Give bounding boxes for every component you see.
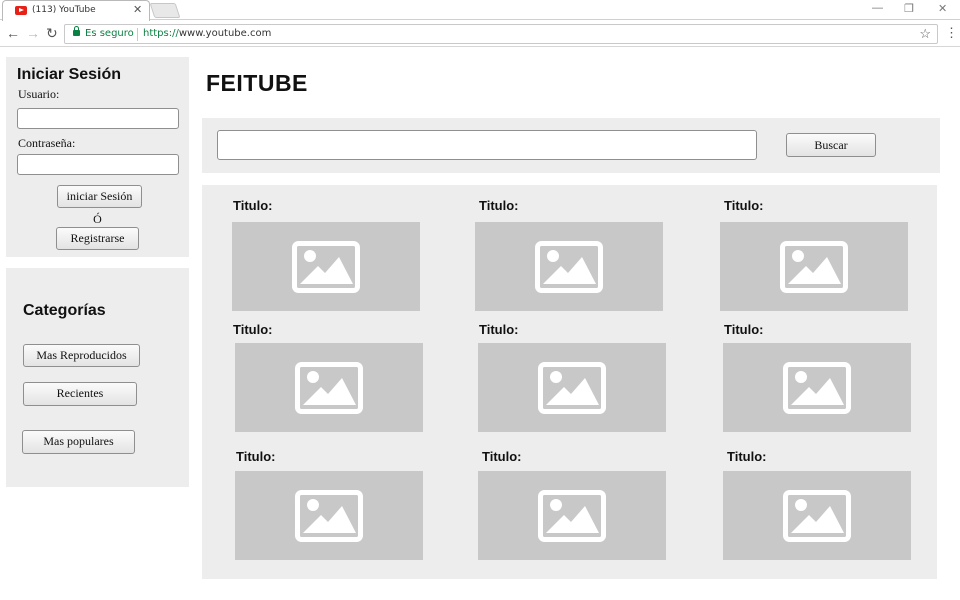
video-title: Titulo: [482,449,522,464]
categories-title: Categorías [23,302,106,319]
new-tab-button[interactable] [149,3,181,18]
video-thumbnail[interactable] [723,343,911,432]
site-logo[interactable]: FEITUBE [206,70,308,97]
url-scheme: https:// [143,28,179,39]
login-title: Iniciar Sesión [17,66,122,83]
restore-icon[interactable]: ❐ [904,2,914,15]
video-thumbnail[interactable] [235,343,423,432]
categories-panel: Categorías Mas Reproducidos Recientes Ma… [6,268,189,487]
password-input[interactable] [17,154,179,175]
address-bar: ← → ↻ Es seguro https://www.youtube.com … [0,21,960,47]
search-button[interactable]: Buscar [786,133,876,157]
video-title: Titulo: [236,449,276,464]
video-thumbnail[interactable] [475,222,663,311]
video-thumbnail[interactable] [720,222,908,311]
login-panel: Iniciar Sesión Usuario: Contraseña: inic… [6,57,189,257]
image-placeholder-icon [783,362,851,414]
login-button[interactable]: iniciar Sesión [57,185,142,208]
bookmark-star-icon[interactable]: ☆ [919,26,931,42]
secure-label: Es seguro [85,28,134,39]
omnibox-divider [137,28,138,41]
video-title: Titulo: [479,322,519,337]
browser-menu-icon[interactable]: ⋮ [945,25,958,41]
or-separator: Ó [93,212,102,226]
register-button[interactable]: Registrarse [56,227,139,250]
forward-arrow-icon[interactable]: → [26,25,40,41]
search-panel: Buscar [202,118,940,173]
page-content: Iniciar Sesión Usuario: Contraseña: inic… [0,48,960,600]
video-thumbnail[interactable] [723,471,911,560]
url-host: www.youtube.com [178,28,272,39]
video-thumbnail[interactable] [232,222,420,311]
search-input[interactable] [217,130,757,160]
url-text: https://www.youtube.com [143,28,271,39]
video-title: Titulo: [724,198,764,213]
category-recent-button[interactable]: Recientes [23,382,137,406]
tab-close-icon[interactable]: ✕ [133,3,142,16]
window-close-icon[interactable]: ✕ [938,2,947,15]
back-arrow-icon[interactable]: ← [6,25,20,41]
browser-tab[interactable]: (113) YouTube ✕ [2,0,150,21]
video-thumbnail[interactable] [235,471,423,560]
image-placeholder-icon [295,362,363,414]
image-placeholder-icon [535,241,603,293]
image-placeholder-icon [292,241,360,293]
video-title: Titulo: [724,322,764,337]
browser-tab-bar: (113) YouTube ✕ — ❐ ✕ [0,0,960,21]
lock-icon [73,26,80,36]
youtube-favicon-icon [15,6,27,15]
image-placeholder-icon [538,362,606,414]
video-thumbnail[interactable] [478,343,666,432]
video-title: Titulo: [233,198,273,213]
minimize-icon[interactable]: — [872,2,883,14]
video-title: Titulo: [727,449,767,464]
image-placeholder-icon [780,241,848,293]
video-thumbnail[interactable] [478,471,666,560]
username-input[interactable] [17,108,179,129]
image-placeholder-icon [538,490,606,542]
image-placeholder-icon [295,490,363,542]
video-title: Titulo: [233,322,273,337]
category-popular-button[interactable]: Mas populares [22,430,135,454]
url-omnibox[interactable]: Es seguro https://www.youtube.com ☆ [64,24,938,44]
category-most-played-button[interactable]: Mas Reproducidos [23,344,140,367]
tab-title: (113) YouTube [32,5,96,15]
password-label: Contraseña: [18,136,76,150]
video-title: Titulo: [479,198,519,213]
image-placeholder-icon [783,490,851,542]
video-grid: Titulo: Titulo: Titulo: Titulo: Titulo: … [202,185,937,579]
username-label: Usuario: [18,87,60,101]
reload-icon[interactable]: ↻ [46,25,58,41]
